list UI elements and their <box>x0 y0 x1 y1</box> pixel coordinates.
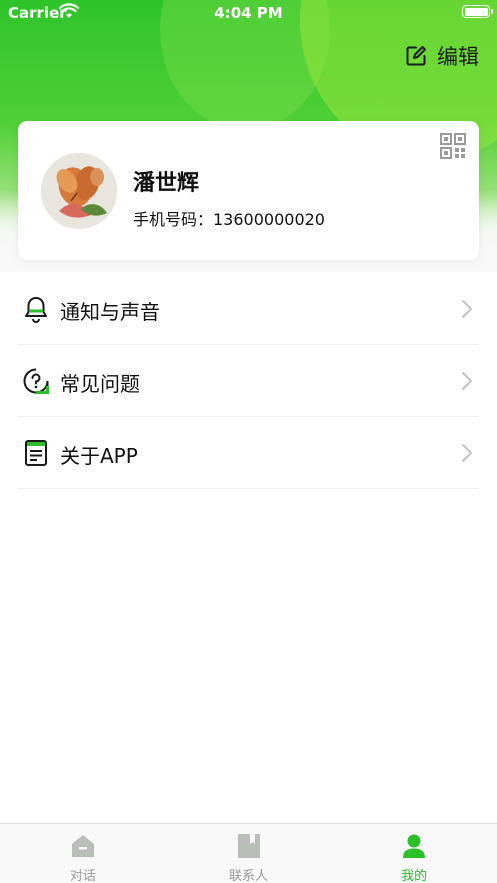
qr-code-icon[interactable] <box>440 133 466 159</box>
profile-phone: 手机号码：13600000020 <box>133 210 325 229</box>
tab-conversations[interactable]: 对话 <box>0 824 166 883</box>
tab-label: 联系人 <box>229 869 269 883</box>
status-bar: Carrier 4:04 PM <box>0 0 497 26</box>
tab-label: 我的 <box>401 869 428 883</box>
battery-icon <box>462 5 493 18</box>
tab-contacts[interactable]: 联系人 <box>166 824 332 883</box>
chevron-right-icon <box>462 444 472 462</box>
question-icon <box>23 368 49 394</box>
avatar-image <box>41 153 117 229</box>
menu-item-about[interactable]: 关于APP <box>18 417 479 489</box>
status-time: 4:04 PM <box>214 4 283 22</box>
menu-item-label: 常见问题 <box>60 372 140 396</box>
menu-item-faq[interactable]: 常见问题 <box>18 345 479 417</box>
document-icon <box>25 440 47 466</box>
menu-item-notifications[interactable]: 通知与声音 <box>18 273 479 345</box>
bell-icon <box>25 297 47 323</box>
edit-label: 编辑 <box>437 45 479 69</box>
edit-icon <box>406 46 426 66</box>
person-icon <box>403 834 426 858</box>
profile-name: 潘世辉 <box>133 171 200 196</box>
edit-button[interactable]: 编辑 <box>405 42 479 70</box>
home-icon <box>71 835 94 857</box>
menu-item-label: 通知与声音 <box>60 300 160 324</box>
chevron-right-icon <box>462 300 472 318</box>
tab-me[interactable]: 我的 <box>331 824 497 883</box>
menu-item-label: 关于APP <box>60 444 138 468</box>
contacts-icon <box>237 834 260 858</box>
tab-bar: 对话 联系人 我的 <box>0 823 497 883</box>
avatar[interactable] <box>41 153 117 229</box>
tab-label: 对话 <box>69 869 96 883</box>
chevron-right-icon <box>462 372 472 390</box>
profile-card[interactable]: 潘世辉 手机号码：13600000020 <box>18 121 479 260</box>
settings-menu: 通知与声音 常见问题 关于APP <box>0 273 497 489</box>
